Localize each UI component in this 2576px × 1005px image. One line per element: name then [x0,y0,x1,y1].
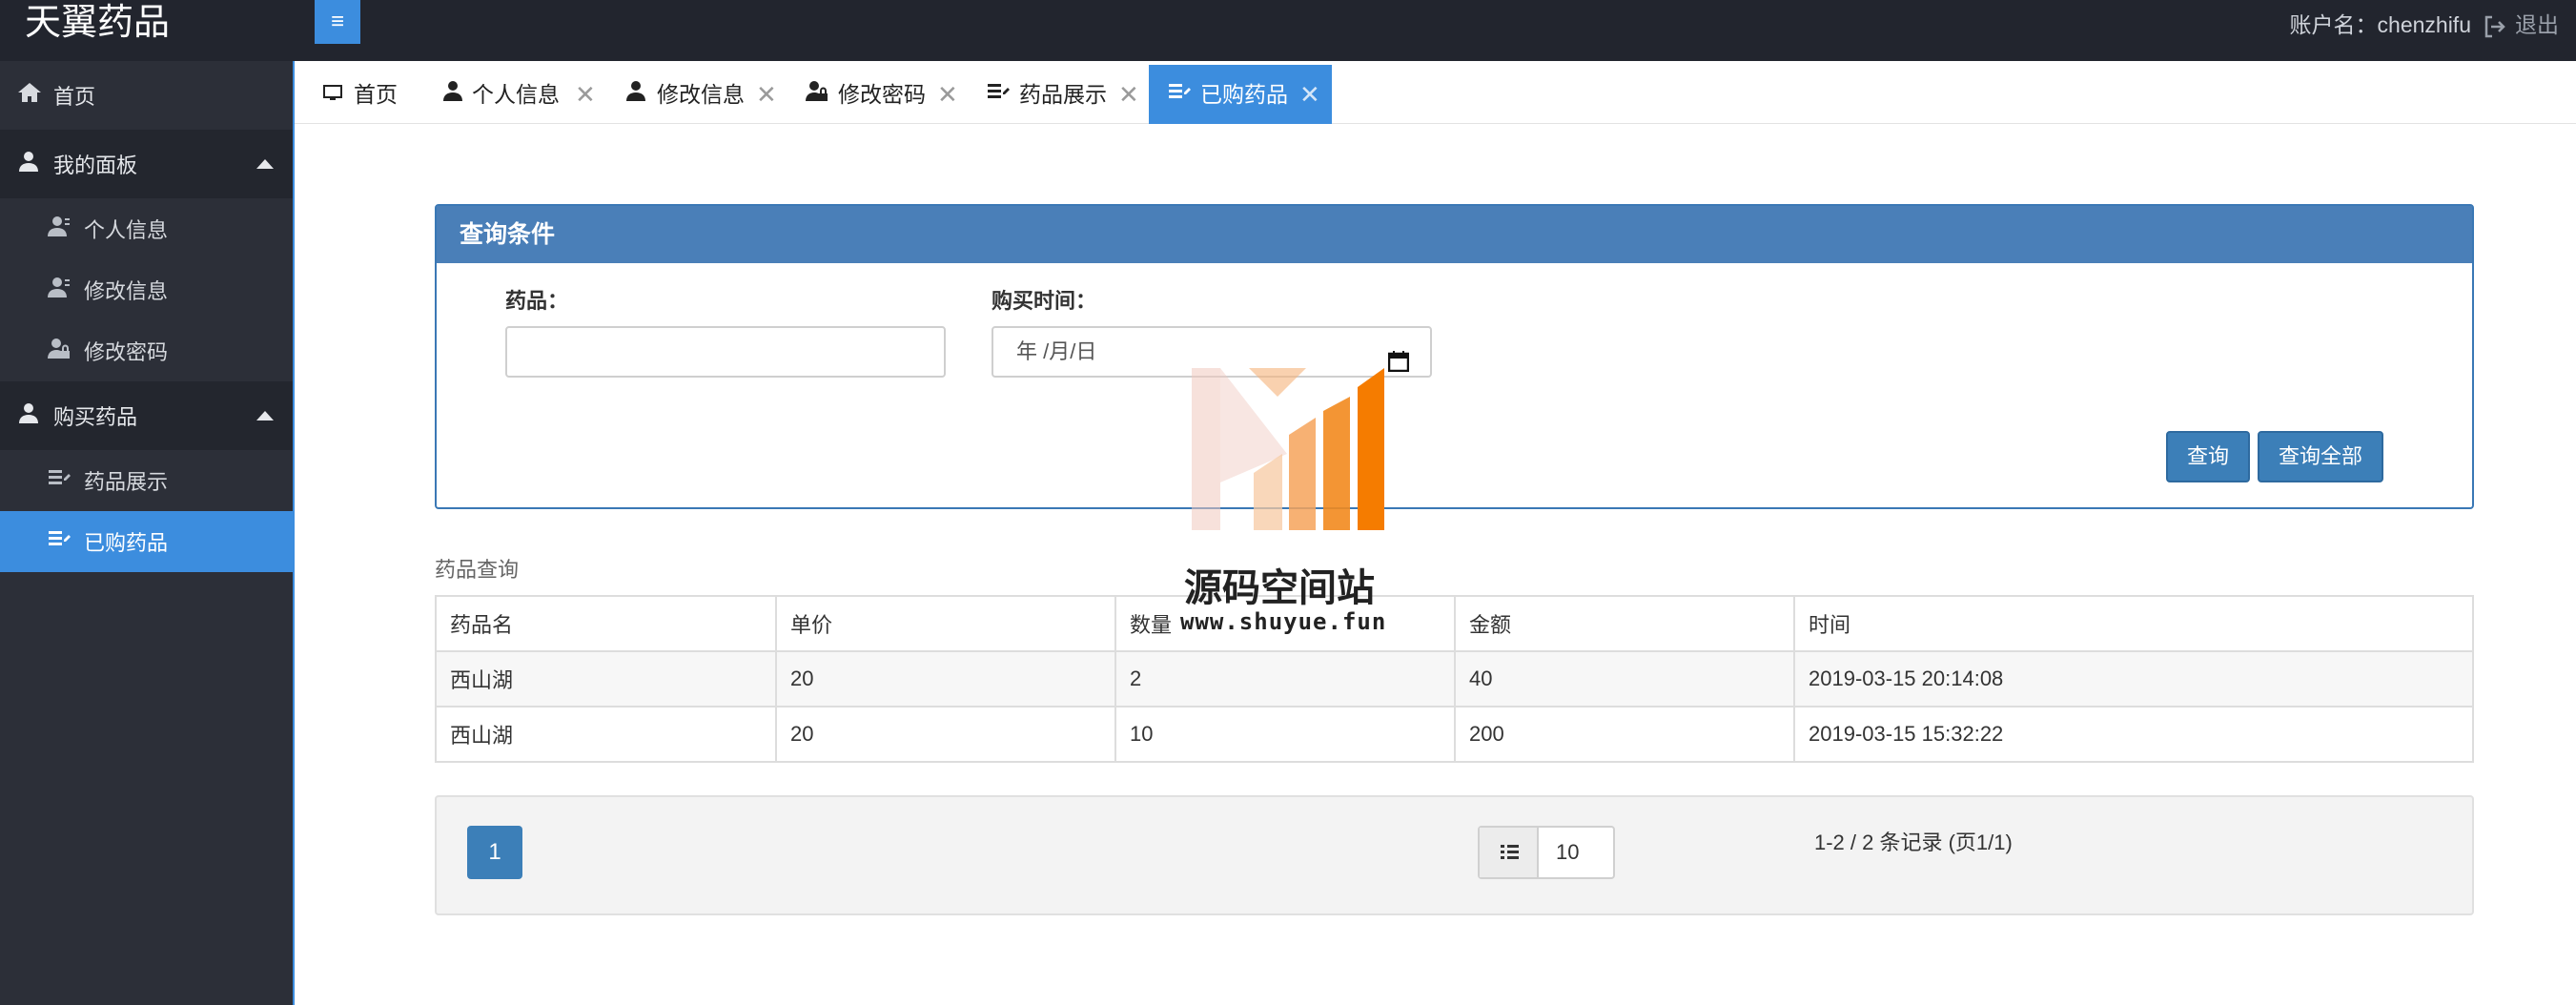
close-icon[interactable]: ✕ [1118,65,1139,124]
page-size-selector[interactable]: 10 [1478,826,1615,879]
sidebar-item-purchased-drugs[interactable]: 已购药品 [0,511,293,572]
sidebar: 首页 我的面板 个人信息 修改信息 修改密码 购买药品 药品展示 已购药品 [0,61,293,1005]
table-cell: 40 [1454,650,1795,708]
tab-drug-display[interactable]: 药品展示 ✕ [968,65,1149,124]
search-button[interactable]: 查询 [2166,431,2250,482]
tab-change-password[interactable]: 修改密码 ✕ [787,65,968,124]
sidebar-group-buy-drugs[interactable]: 购买药品 [0,381,293,450]
top-bar: 天翼药品 ≡ 账户名：chenzhifu 退出 [0,0,2576,61]
list-edit-icon [48,528,71,555]
table-cell: 西山湖 [435,706,777,763]
list-icon [1480,828,1539,877]
table-caption: 药品查询 [435,558,520,582]
sidebar-item-label: 已购药品 [84,531,169,555]
sidebar-item-home[interactable]: 首页 [0,61,293,130]
user-icon [17,401,40,430]
user-edit-icon [48,276,71,304]
drug-label: 药品： [505,289,569,313]
tab-home[interactable]: 首页 [295,65,422,124]
close-icon[interactable]: ✕ [1299,65,1320,124]
monitor-icon [323,65,342,124]
drug-name-input[interactable] [505,326,946,378]
tab-label: 已购药品 [1200,82,1288,107]
calendar-icon[interactable] [1387,341,1410,389]
user-icon [17,150,40,178]
collapse-caret-icon [256,411,274,420]
main-content: 首页 个人信息 ✕ 修改信息 ✕ 修改密码 ✕ 药品展示 ✕ 已购药品 ✕ 查询… [293,61,2576,1005]
tab-personal-info[interactable]: 个人信息 ✕ [422,65,605,124]
user-edit-icon [624,65,647,124]
table-cell: 20 [775,650,1116,708]
table-cell: 2019-03-15 20:14:08 [1793,650,2474,708]
column-header: 金额 [1454,595,1795,652]
page-button-current[interactable]: 1 [467,826,522,879]
user-card-icon [48,215,71,243]
column-header: 药品名 [435,595,777,652]
tab-label: 修改密码 [838,82,926,107]
sidebar-item-label: 修改信息 [84,279,169,303]
tab-label: 个人信息 [472,82,560,107]
account-name: 账户名：chenzhifu [2289,12,2471,37]
record-info: 1-2 / 2 条记录 (页1/1) [1814,831,2013,854]
table-row[interactable]: 西山湖 20 2 40 2019-03-15 20:14:08 [435,650,2474,708]
close-icon[interactable]: ✕ [756,65,777,124]
sidebar-item-change-password[interactable]: 修改密码 [0,320,293,381]
sidebar-item-personal-info[interactable]: 个人信息 [0,198,293,259]
tab-bar: 首页 个人信息 ✕ 修改信息 ✕ 修改密码 ✕ 药品展示 ✕ 已购药品 ✕ [295,65,2576,124]
table-cell: 西山湖 [435,650,777,708]
sidebar-item-label: 药品展示 [84,470,169,494]
table-cell: 2 [1114,650,1456,708]
tab-label: 修改信息 [657,82,745,107]
table-cell: 10 [1114,706,1456,763]
sidebar-item-label: 首页 [53,85,96,109]
close-icon[interactable]: ✕ [937,65,958,124]
sidebar-item-label: 个人信息 [84,218,169,242]
sidebar-group-my-panel[interactable]: 我的面板 [0,130,293,198]
column-header: 单价 [775,595,1116,652]
search-all-button[interactable]: 查询全部 [2258,431,2383,482]
query-panel-title: 查询条件 [437,206,2472,263]
list-edit-icon [1168,65,1191,124]
table-row[interactable]: 西山湖 20 10 200 2019-03-15 15:32:22 [435,706,2474,763]
collapse-caret-icon [256,159,274,169]
menu-toggle-button[interactable]: ≡ [315,0,360,44]
close-icon[interactable]: ✕ [575,65,596,124]
list-edit-icon [48,467,71,494]
purchase-time-label: 购买时间： [992,289,1097,313]
tab-purchased-drugs[interactable]: 已购药品 ✕ [1149,65,1332,124]
list-edit-icon [987,65,1010,124]
column-header: 时间 [1793,595,2474,652]
sidebar-item-drug-display[interactable]: 药品展示 [0,450,293,511]
pagination-bar: 1 10 1-2 / 2 条记录 (页1/1) [435,795,2474,915]
sidebar-item-label: 修改密码 [84,340,169,364]
user-icon [441,65,464,124]
user-lock-icon [806,65,828,124]
watermark-name: 源码空间站 [1184,566,1375,610]
user-lock-icon [48,337,71,365]
table-cell: 2019-03-15 15:32:22 [1793,706,2474,763]
purchase-table: 药品名 单价 数量 金额 时间 西山湖 20 2 40 2019-03-15 2… [435,595,2474,763]
sidebar-group-label: 我的面板 [53,154,138,177]
logout-link[interactable]: 退出 [2483,0,2559,50]
logout-label: 退出 [2515,12,2559,37]
purchase-date-input[interactable]: 年 /月/日 [992,326,1432,378]
page-size-value: 10 [1556,840,1580,864]
app-title: 天翼药品 [25,1,171,43]
query-panel: 查询条件 药品： 购买时间： 年 /月/日 查询 查询全部 [435,204,2474,509]
watermark-url: www.shuyue.fun [1180,608,1387,635]
table-cell: 200 [1454,706,1795,763]
home-icon [17,81,42,110]
logout-icon [2483,12,2515,38]
tab-edit-info[interactable]: 修改信息 ✕ [605,65,787,124]
date-placeholder: 年 /月/日 [1016,339,1097,363]
sidebar-item-edit-info[interactable]: 修改信息 [0,259,293,320]
table-cell: 20 [775,706,1116,763]
tab-label: 药品展示 [1019,82,1107,107]
sidebar-group-label: 购买药品 [53,405,138,429]
table-header-row: 药品名 单价 数量 金额 时间 [435,595,2474,652]
tab-label: 首页 [354,82,398,107]
